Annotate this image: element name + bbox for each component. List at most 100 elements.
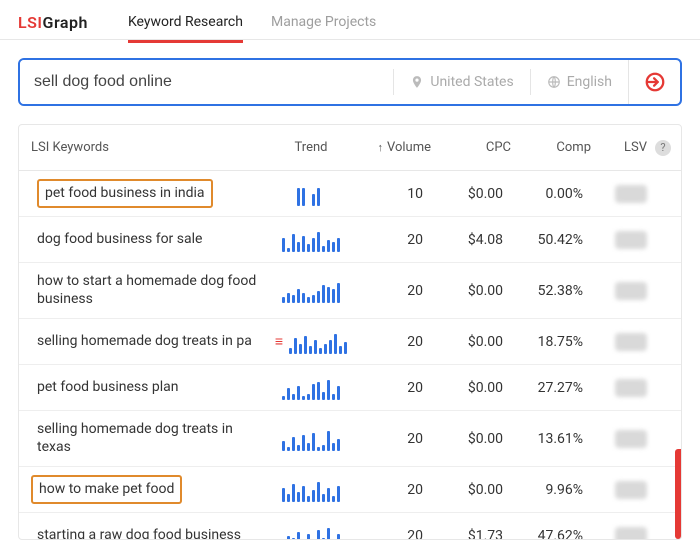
comp-cell: 52.38% [511, 283, 591, 299]
comp-cell: 0.00% [511, 186, 591, 202]
keyword-cell: how to start a homemade dog food busines… [31, 269, 271, 312]
tab-keyword-research[interactable]: Keyword Research [128, 4, 243, 42]
trend-sparkline [282, 279, 340, 303]
location-icon [410, 75, 424, 89]
trend-cell [271, 376, 351, 400]
cpc-cell: $0.00 [431, 283, 511, 299]
trend-cell [271, 279, 351, 303]
cpc-cell: $0.00 [431, 186, 511, 202]
table-row[interactable]: how to start a homemade dog food busines… [19, 263, 681, 319]
trend-sparkline [282, 478, 340, 502]
col-keywords[interactable]: LSI Keywords [31, 140, 271, 155]
keyword-label: how to make pet food [31, 475, 182, 505]
logo-ls: LS [18, 13, 37, 32]
list-icon: ≡ [275, 333, 283, 350]
cpc-cell: $0.00 [431, 380, 511, 396]
col-lsv[interactable]: LSV ? [591, 140, 671, 156]
lsv-cell [591, 379, 671, 397]
trend-sparkline [282, 228, 340, 252]
table-row[interactable]: how to make pet food20$0.009.96% [19, 467, 681, 513]
trend-cell [271, 228, 351, 252]
volume-cell: 20 [351, 482, 431, 498]
lsv-blurred-value [615, 282, 647, 300]
col-comp[interactable]: Comp [511, 140, 591, 155]
lsv-blurred-value [615, 231, 647, 249]
lsv-blurred-value [615, 379, 647, 397]
volume-cell: 20 [351, 380, 431, 396]
comp-cell: 50.42% [511, 232, 591, 248]
keyword-label: pet food business in india [37, 179, 213, 209]
table-row[interactable]: pet food business in india 10$0.000.00% [19, 171, 681, 217]
lsv-cell [591, 185, 671, 203]
language-label: English [567, 74, 612, 90]
keyword-cell: how to make pet food [31, 475, 271, 505]
trend-cell [271, 182, 351, 206]
col-lsv-label: LSV [624, 140, 647, 155]
search-input[interactable] [20, 60, 393, 104]
col-cpc[interactable]: CPC [431, 140, 511, 155]
trend-sparkline [282, 427, 340, 451]
trend-sparkline [289, 330, 347, 354]
trend-cell [271, 524, 351, 540]
keyword-cell: pet food business plan [31, 375, 271, 401]
comp-cell: 27.27% [511, 380, 591, 396]
trend-sparkline [282, 376, 340, 400]
keyword-label: how to start a homemade dog food busines… [31, 269, 271, 312]
lsv-cell [591, 282, 671, 300]
lsv-cell [591, 481, 671, 499]
trend-cell [271, 478, 351, 502]
tab-manage-projects[interactable]: Manage Projects [271, 4, 376, 42]
cpc-cell: $0.00 [431, 431, 511, 447]
lsv-cell [591, 527, 671, 540]
keyword-cell: selling homemade dog treats in pa [31, 329, 271, 355]
country-filter[interactable]: United States [393, 69, 529, 95]
volume-cell: 20 [351, 283, 431, 299]
trend-sparkline [282, 524, 340, 540]
lsv-cell [591, 333, 671, 351]
volume-cell: 10 [351, 186, 431, 202]
search-submit-button[interactable] [628, 60, 680, 104]
table-row[interactable]: selling homemade dog treats in pa≡20$0.0… [19, 319, 681, 365]
table-row[interactable]: dog food business for sale 20$4.0850.42% [19, 217, 681, 263]
table-body: pet food business in india10$0.000.00%do… [19, 171, 681, 539]
col-volume-label: Volume [387, 140, 431, 155]
logo-graph: Graph [43, 13, 88, 32]
cpc-cell: $0.00 [431, 482, 511, 498]
cpc-cell: $4.08 [431, 232, 511, 248]
table-row[interactable]: pet food business plan 20$0.0027.27% [19, 365, 681, 411]
keyword-cell: starting a raw dog food business [31, 523, 271, 539]
volume-cell: 20 [351, 528, 431, 540]
cpc-cell: $0.00 [431, 334, 511, 350]
top-nav: LSIGraph Keyword Research Manage Project… [0, 0, 700, 40]
help-icon[interactable]: ? [655, 140, 671, 156]
volume-cell: 20 [351, 431, 431, 447]
language-filter[interactable]: English [530, 69, 628, 95]
col-trend[interactable]: Trend [271, 140, 351, 155]
volume-cell: 20 [351, 232, 431, 248]
scrollbar-thumb[interactable] [675, 449, 681, 539]
trend-cell [271, 427, 351, 451]
keyword-label: dog food business for sale [31, 227, 208, 253]
keyword-label: selling homemade dog treats in pa [31, 329, 258, 355]
comp-cell: 47.62% [511, 528, 591, 540]
keyword-cell: selling homemade dog treats in texas [31, 417, 271, 460]
globe-icon [547, 75, 561, 89]
cpc-cell: $1.73 [431, 528, 511, 540]
table-row[interactable]: starting a raw dog food business 20$1.734… [19, 513, 681, 539]
comp-cell: 13.61% [511, 431, 591, 447]
lsv-blurred-value [615, 527, 647, 540]
keyword-cell: pet food business in india [31, 179, 271, 209]
search-bar: United States English [18, 58, 682, 106]
table-row[interactable]: selling homemade dog treats in texas 20$0… [19, 411, 681, 467]
nav-tabs: Keyword Research Manage Projects [128, 4, 376, 42]
enter-icon [644, 71, 666, 93]
trend-sparkline [282, 182, 340, 206]
results-panel: LSI Keywords Trend ↑ Volume CPC Comp LSV… [18, 124, 682, 540]
col-volume[interactable]: ↑ Volume [351, 140, 431, 155]
lsv-cell [591, 430, 671, 448]
lsv-blurred-value [615, 185, 647, 203]
lsv-blurred-value [615, 481, 647, 499]
search-section: United States English [0, 40, 700, 124]
country-label: United States [430, 74, 513, 90]
sort-arrow-up-icon: ↑ [377, 141, 383, 154]
